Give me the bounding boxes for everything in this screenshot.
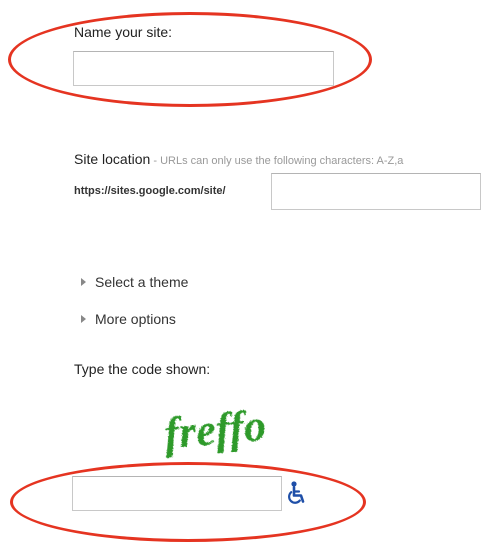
audio-captcha-button[interactable]: [286, 479, 308, 507]
select-theme-toggle[interactable]: Select a theme: [81, 274, 188, 290]
captcha-graphic: freffo: [162, 401, 268, 459]
site-location-separator: -: [150, 155, 161, 167]
triangle-right-icon: [81, 315, 86, 323]
site-location-hint: URLs can only use the following characte…: [160, 155, 404, 167]
triangle-right-icon: [81, 278, 86, 286]
captcha-text: freffo: [162, 401, 268, 459]
more-options-toggle[interactable]: More options: [81, 311, 176, 327]
select-theme-label: Select a theme: [95, 274, 189, 290]
site-location-title: Site location: [74, 151, 151, 167]
wheelchair-icon: [288, 481, 305, 504]
site-name-input[interactable]: [73, 51, 334, 86]
more-options-label: More options: [95, 311, 176, 327]
captcha-label: Type the code shown:: [74, 361, 211, 377]
site-location-input[interactable]: [271, 173, 481, 210]
captcha-input[interactable]: [72, 476, 282, 511]
url-prefix: https://sites.google.com/site/: [74, 185, 226, 197]
site-location-label: Site location - URLs can only use the fo…: [74, 151, 403, 167]
captcha-image: freffo: [136, 398, 296, 468]
site-name-label: Name your site:: [74, 24, 173, 40]
